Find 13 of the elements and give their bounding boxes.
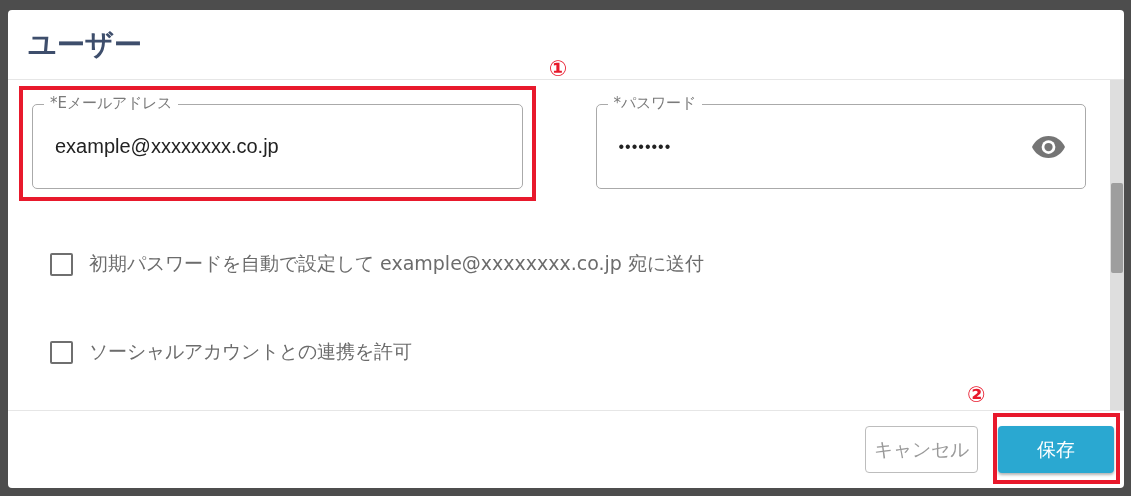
field-label: *パスワード (607, 93, 702, 113)
field-value: example@xxxxxxxx.co.jp (55, 135, 280, 158)
dialog-title: ユーザー (28, 26, 142, 63)
checkbox-label: 初期パスワードを自動で設定して example@xxxxxxxx.co.jp 宛に送付 (89, 251, 704, 276)
eye-icon[interactable] (1032, 135, 1065, 158)
field-label: *Eメールアドレス (44, 93, 178, 113)
checkbox[interactable] (50, 252, 73, 276)
field-value: •••••••• (618, 137, 673, 156)
checkbox-label: ソーシャルアカウントとの連携を許可 (89, 339, 412, 364)
scrollbar-thumb[interactable] (1111, 183, 1123, 273)
callout-number: ① (548, 58, 568, 80)
checkbox[interactable] (50, 340, 73, 364)
callout-number: ② (967, 384, 986, 406)
